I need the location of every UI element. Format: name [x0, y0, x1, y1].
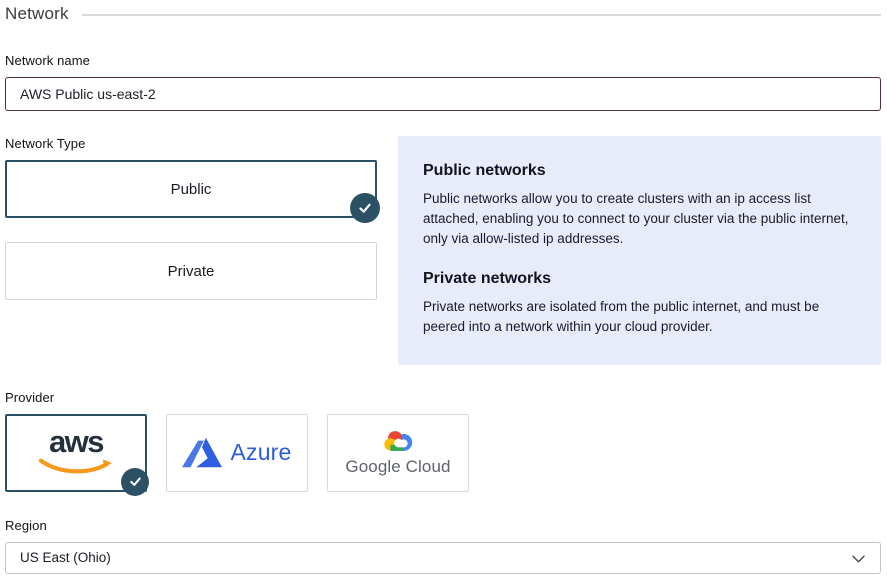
provider-field: Provider aws	[5, 390, 881, 492]
network-type-option-public[interactable]: Public	[5, 160, 377, 218]
region-select-value: US East (Ohio)	[20, 550, 111, 565]
region-field: Region US East (Ohio)	[5, 518, 881, 574]
network-form: Network Network name Network Type Public…	[0, 0, 887, 582]
network-type-field: Network Type Public Private	[5, 136, 377, 300]
check-icon	[350, 193, 380, 223]
network-type-info-panel: Public networks Public networks allow yo…	[398, 136, 881, 365]
provider-option-azure[interactable]: Azure	[166, 414, 308, 492]
info-private-networks-body: Private networks are isolated from the p…	[423, 297, 856, 337]
network-type-label: Network Type	[5, 136, 377, 151]
info-public-networks-body: Public networks allow you to create clus…	[423, 189, 856, 249]
section-title: Network	[5, 4, 69, 24]
network-type-option-private[interactable]: Private	[5, 242, 377, 300]
aws-logo-text: aws	[49, 430, 103, 455]
azure-logo-icon	[182, 437, 222, 468]
provider-option-aws[interactable]: aws	[5, 414, 147, 492]
provider-cards: aws Azur	[5, 414, 881, 492]
google-cloud-logo-text: Google Cloud	[345, 457, 450, 477]
aws-smile-icon	[38, 458, 114, 476]
info-public-networks-heading: Public networks	[423, 162, 856, 180]
section-divider	[82, 14, 881, 16]
provider-option-google-cloud[interactable]: Google Cloud	[327, 414, 469, 492]
provider-label: Provider	[5, 390, 881, 405]
network-type-row: Network Type Public Private Public netwo…	[5, 136, 881, 365]
network-name-label: Network name	[5, 53, 881, 68]
aws-logo-icon: aws	[38, 430, 114, 476]
azure-logo-text: Azure	[230, 439, 291, 466]
network-name-field: Network name	[5, 53, 881, 111]
network-type-option-public-label: Public	[171, 181, 212, 198]
info-private-networks-heading: Private networks	[423, 270, 856, 288]
region-label: Region	[5, 518, 881, 533]
section-header: Network	[5, 4, 881, 24]
network-name-input[interactable]	[5, 77, 881, 111]
region-select[interactable]: US East (Ohio)	[5, 542, 881, 574]
chevron-down-icon	[852, 555, 865, 563]
check-icon	[121, 468, 149, 496]
google-cloud-logo-icon	[381, 429, 415, 454]
network-type-option-private-label: Private	[168, 263, 215, 280]
